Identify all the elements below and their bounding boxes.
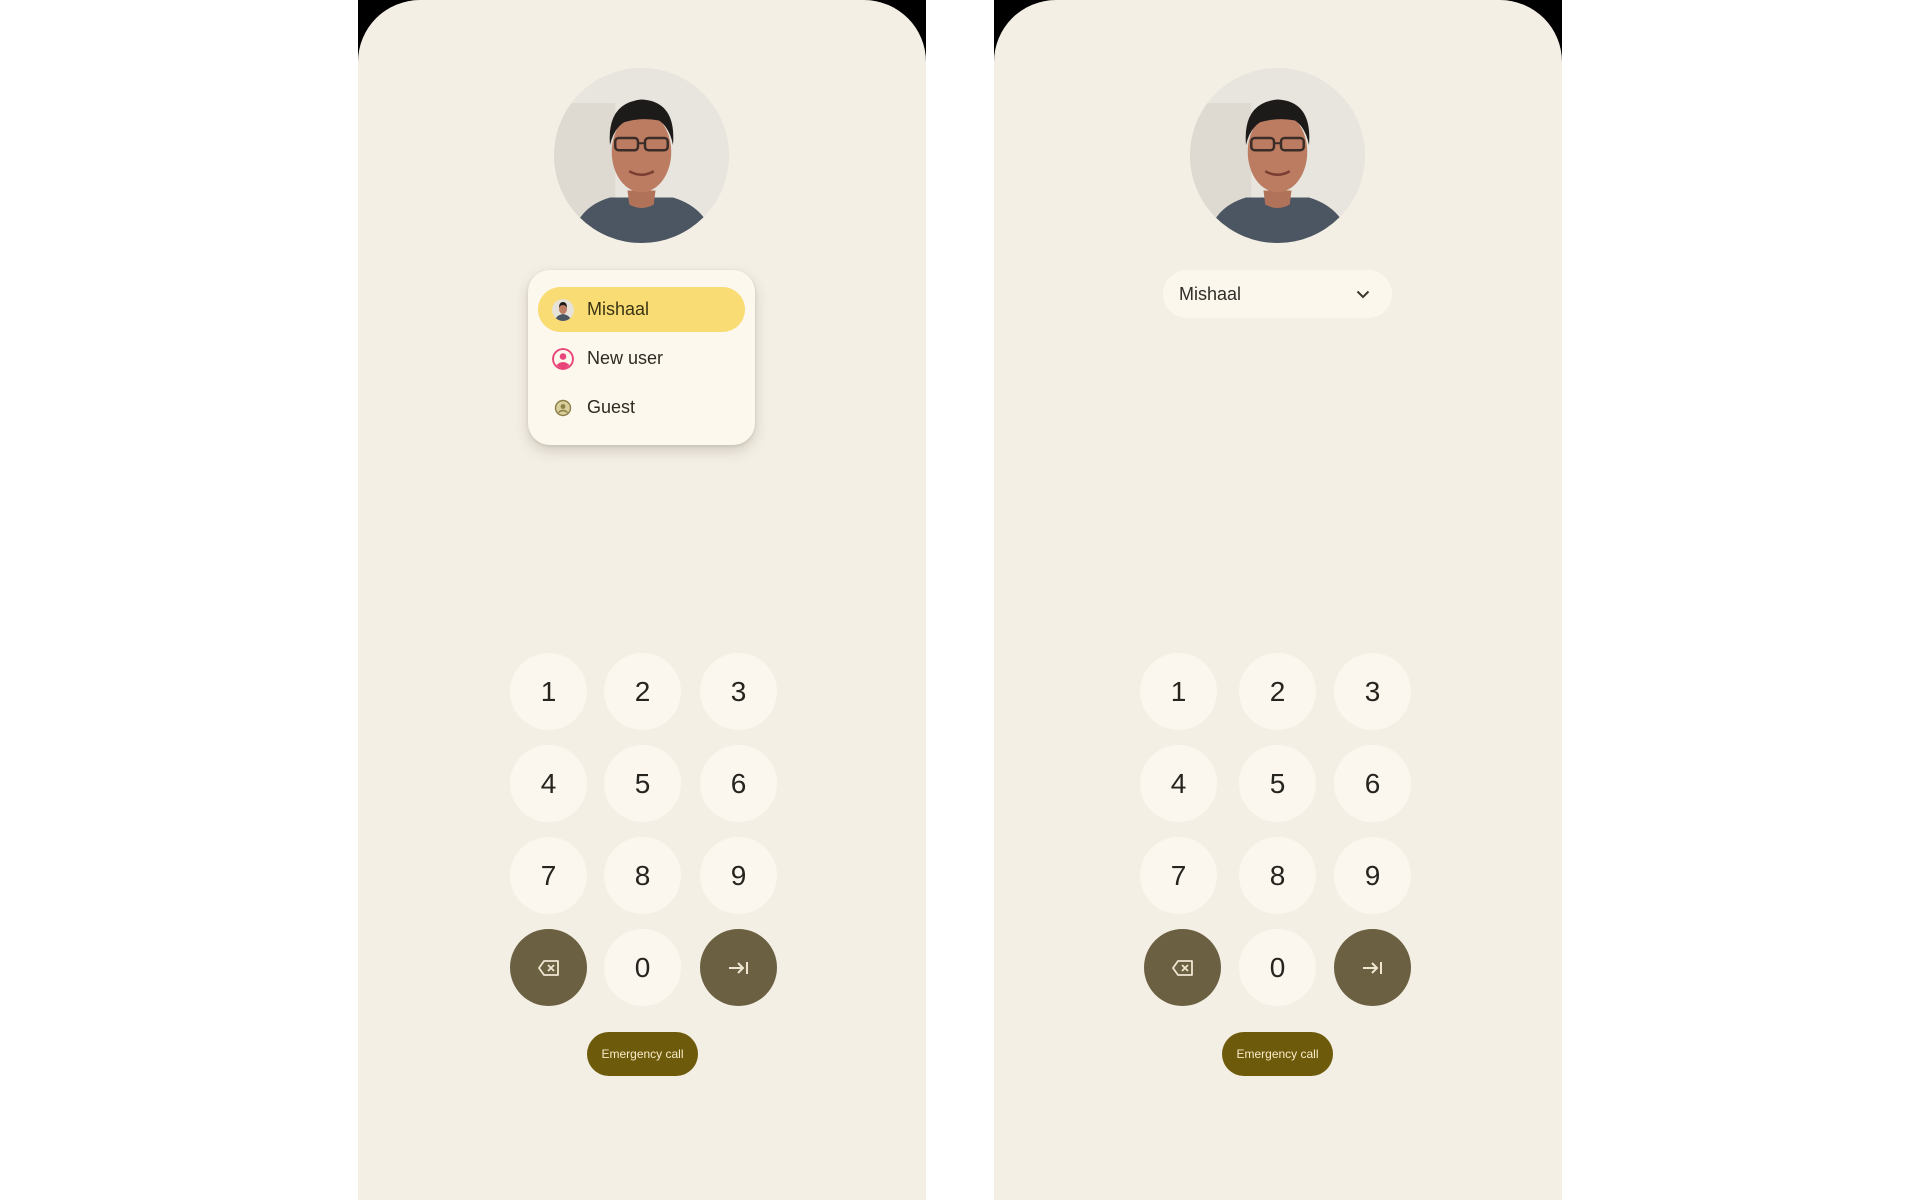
key-7[interactable]: 7	[1140, 837, 1217, 914]
user-photo	[554, 68, 729, 243]
lockscreen: Mishaal 1 2 3 4 5 6 7 8 9 0 Emergency ca…	[994, 0, 1562, 1200]
key-6[interactable]: 6	[1334, 745, 1411, 822]
key-3[interactable]: 3	[1334, 653, 1411, 730]
add-user-icon	[552, 347, 574, 370]
user-avatar	[1190, 68, 1365, 243]
enter-icon	[1362, 961, 1382, 974]
enter-button[interactable]	[1334, 929, 1411, 1006]
key-6[interactable]: 6	[700, 745, 777, 822]
menu-item-label: New user	[587, 348, 664, 368]
key-2[interactable]: 2	[1239, 653, 1316, 730]
user-switcher-menu: Mishaal New user Guest	[528, 270, 755, 445]
backspace-button[interactable]	[1144, 929, 1221, 1006]
user-select-dropdown[interactable]: Mishaal	[1163, 270, 1392, 318]
emergency-call-button[interactable]: Emergency call	[587, 1032, 698, 1076]
key-4[interactable]: 4	[510, 745, 587, 822]
key-8[interactable]: 8	[1239, 837, 1316, 914]
key-4[interactable]: 4	[1140, 745, 1217, 822]
menu-item-mishaal[interactable]: Mishaal	[538, 287, 745, 332]
key-9[interactable]: 9	[700, 837, 777, 914]
guest-icon	[552, 397, 574, 419]
key-1[interactable]: 1	[1140, 653, 1217, 730]
key-8[interactable]: 8	[604, 837, 681, 914]
emergency-call-button[interactable]: Emergency call	[1222, 1032, 1333, 1076]
user-avatar-icon	[552, 298, 574, 321]
key-0[interactable]: 0	[604, 929, 681, 1006]
menu-item-label: Mishaal	[587, 299, 650, 319]
key-5[interactable]: 5	[604, 745, 681, 822]
menu-item-label: Guest	[587, 397, 636, 417]
backspace-icon	[1171, 959, 1193, 976]
backspace-button[interactable]	[510, 929, 587, 1006]
user-avatar	[554, 68, 729, 243]
key-9[interactable]: 9	[1334, 837, 1411, 914]
lockscreen-panel-menu-open: Mishaal New user Guest 1 2 3 4 5 6 7 8 9…	[358, 0, 926, 1200]
selected-user-label: Mishaal	[1179, 283, 1242, 304]
enter-button[interactable]	[700, 929, 777, 1006]
lockscreen: Mishaal New user Guest 1 2 3 4 5 6 7 8 9…	[358, 0, 926, 1200]
key-0[interactable]: 0	[1239, 929, 1316, 1006]
key-5[interactable]: 5	[1239, 745, 1316, 822]
key-7[interactable]: 7	[510, 837, 587, 914]
backspace-icon	[537, 959, 559, 976]
chevron-down-icon	[1356, 287, 1370, 301]
lockscreen-panel-menu-closed: Mishaal 1 2 3 4 5 6 7 8 9 0 Emergency ca…	[994, 0, 1562, 1200]
key-2[interactable]: 2	[604, 653, 681, 730]
key-3[interactable]: 3	[700, 653, 777, 730]
menu-item-guest[interactable]: Guest	[538, 385, 745, 430]
menu-item-new-user[interactable]: New user	[538, 336, 745, 381]
enter-icon	[728, 961, 748, 974]
key-1[interactable]: 1	[510, 653, 587, 730]
user-photo	[1190, 68, 1365, 243]
